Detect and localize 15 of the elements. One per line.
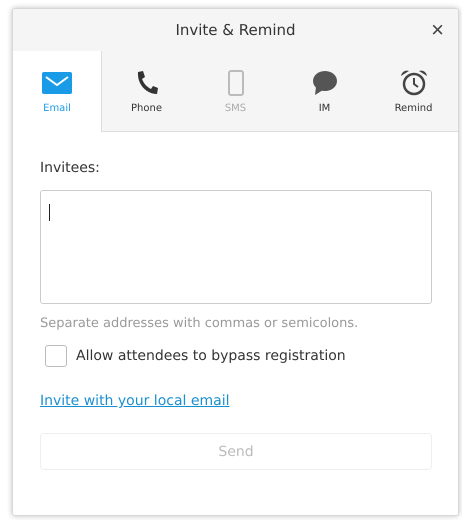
close-button[interactable]: × <box>427 17 448 43</box>
mobile-icon <box>228 68 244 96</box>
envelope-icon <box>42 69 72 97</box>
checkbox[interactable] <box>45 345 67 367</box>
tab[interactable]: Remind <box>369 51 458 131</box>
speech-bubble-icon <box>312 68 338 96</box>
alarm-clock-icon <box>400 68 428 96</box>
invitees-field[interactable] <box>40 190 432 304</box>
invitees-label: Invitees: <box>40 160 101 176</box>
tab[interactable]: IM <box>280 51 369 131</box>
invite-link[interactable]: Invite with your local email <box>40 393 230 409</box>
hint-text: Separate addresses with commas or semicolons. <box>40 316 360 331</box>
checkbox-label: Allow attendees to bypass registration <box>76 348 346 364</box>
window-title: Invite & Remind <box>175 21 296 39</box>
tab[interactable]: Phone <box>102 51 191 131</box>
